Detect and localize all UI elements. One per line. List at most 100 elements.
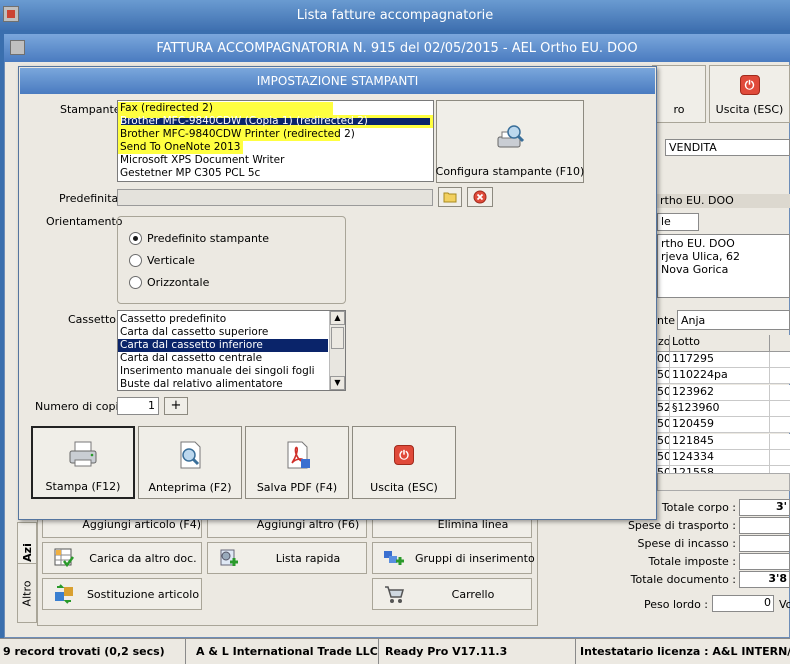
printer-list-item[interactable]: Fax (redirected 2) [118, 102, 333, 115]
spese-trasporto-field[interactable] [739, 517, 790, 534]
agent-field[interactable]: Anja [677, 310, 790, 330]
preview-button[interactable]: Anteprima (F2) [138, 426, 242, 499]
table-row[interactable]: 50 120459 [657, 417, 790, 434]
table-cell: 50 [657, 433, 669, 447]
totale-corpo-value: 3' [739, 499, 790, 516]
open-folder-button[interactable] [438, 187, 462, 207]
pdf-icon [281, 439, 313, 471]
printer-config-icon [494, 123, 526, 155]
address-line: Nova Gorica [661, 263, 729, 276]
tray-list-item[interactable]: Carta dal cassetto centrale [118, 352, 328, 365]
tray-list-scrollbar[interactable]: ▲ ▼ [329, 311, 345, 390]
table-row[interactable]: 00 117295 [657, 352, 790, 368]
configure-printer-label: Configura stampante (F10) [435, 165, 585, 178]
printer-list-item[interactable]: Brother MFC-9840CDW Printer (redirected … [118, 128, 355, 141]
dialog-title: IMPOSTAZIONE STAMPANTI [256, 74, 419, 88]
peso-suffix: Vo [779, 598, 790, 611]
tray-list-item[interactable]: Carta dal cassetto inferiore [118, 339, 328, 352]
table-cell: 00 [657, 352, 669, 365]
printer-list[interactable]: Fax (redirected 2) Brother MFC-9840CDW (C… [117, 100, 434, 182]
printer-list-item[interactable]: Gestetner MP C305 PCL 5c [118, 167, 433, 180]
orientation-label: Orientamento [46, 215, 123, 228]
delete-icon [473, 190, 487, 204]
totale-documento-label: Totale documento : [630, 573, 736, 586]
invoice-exit-label: Uscita (ESC) [715, 103, 784, 116]
orientation-radio[interactable]: Orizzontale [129, 276, 209, 289]
gruppi-inserimento-button[interactable]: Gruppi di inserimento [372, 542, 535, 574]
app-icon[interactable] [3, 6, 19, 22]
tray-list[interactable]: Cassetto predefinito Carta dal cassetto s… [117, 310, 346, 391]
tray-list-item[interactable]: Inserimento manuale dei singoli fogli [118, 365, 328, 378]
toolbar-partial-label: ro [673, 103, 685, 116]
tray-label: Cassetto [68, 313, 117, 326]
grid-horizontal-scrollbar[interactable] [657, 473, 790, 491]
printer-label: Stampante [60, 103, 121, 116]
customer-code-field[interactable]: le [657, 213, 699, 231]
peso-lordo-field[interactable]: 0 [712, 595, 774, 612]
customer-header: rtho EU. DOO [657, 194, 790, 208]
copies-plus-button[interactable]: + [164, 397, 188, 415]
radio-circle[interactable] [129, 254, 142, 267]
table-cell-lotto: §123960 [669, 400, 769, 416]
tab-altro[interactable]: Altro [17, 563, 37, 623]
radio-circle[interactable] [129, 232, 142, 245]
quick-list-icon [218, 547, 240, 569]
status-version: Ready Pro V17.11.3 [379, 639, 576, 664]
radio-circle[interactable] [129, 276, 142, 289]
invoice-window-icon[interactable] [10, 40, 25, 55]
dialog-exit-button[interactable]: ⏻ Uscita (ESC) [352, 426, 456, 499]
clear-default-button[interactable] [467, 187, 493, 207]
invoice-title: FATTURA ACCOMPAGNATORIA N. 915 del 02/05… [156, 40, 638, 56]
orientation-radio[interactable]: Verticale [129, 254, 195, 267]
save-pdf-label: Salva PDF (F4) [256, 481, 338, 494]
table-row[interactable]: 50 110224pa [657, 368, 790, 385]
tab-altro-label: Altro [20, 580, 34, 606]
table-cell-lotto: 120459 [669, 417, 769, 433]
dialog-title-bar: IMPOSTAZIONE STAMPANTI [20, 68, 655, 94]
carrello-button[interactable]: Carrello [372, 578, 532, 610]
tray-list-item[interactable]: Carta dal cassetto superiore [118, 326, 328, 339]
print-button[interactable]: Stampa (F12) [31, 426, 135, 499]
lista-rapida-button[interactable]: Lista rapida [207, 542, 367, 574]
folder-icon [443, 192, 457, 203]
spese-incasso-field[interactable] [739, 535, 790, 552]
grid-header-col1[interactable]: zo [657, 335, 671, 351]
scroll-down-icon[interactable]: ▼ [330, 376, 345, 390]
totale-imposte-label: Totale imposte : [648, 555, 736, 568]
copies-input[interactable]: 1 [117, 397, 159, 415]
orientation-radio-label: Verticale [147, 254, 195, 267]
printer-list-item[interactable]: Microsoft XPS Document Writer [118, 154, 433, 167]
table-row[interactable]: 50 121845 [657, 433, 790, 450]
exit-icon: ⏻ [388, 439, 420, 471]
configure-printer-button[interactable]: Configura stampante (F10) [436, 100, 584, 183]
default-printer-field[interactable] [117, 189, 433, 206]
table-row[interactable]: 50 124334 [657, 449, 790, 466]
spese-incasso-label: Spese di incasso : [637, 537, 736, 550]
table-row[interactable]: 50 123962 [657, 384, 790, 401]
print-label: Stampa (F12) [45, 480, 121, 493]
toolbar-partial-button[interactable]: ro [652, 65, 706, 123]
customer-address-box: rtho EU. DOO rjeva Ulica, 62 Nova Gorica [657, 234, 790, 298]
default-printer-label: Predefinita [59, 192, 119, 205]
peso-lordo-label: Peso lordo : [644, 598, 708, 611]
address-line: rtho EU. DOO [661, 237, 735, 250]
grid-header-lotto[interactable]: Lotto [669, 335, 769, 351]
save-pdf-button[interactable]: Salva PDF (F4) [245, 426, 349, 499]
tray-list-item[interactable]: Cassetto predefinito [118, 313, 328, 326]
document-type-field[interactable]: VENDITA [665, 139, 790, 156]
invoice-exit-button[interactable]: ⏻ Uscita (ESC) [709, 65, 790, 123]
orientation-radio[interactable]: Predefinito stampante [129, 232, 269, 245]
sostituzione-articolo-button[interactable]: Sostituzione articolo [42, 578, 202, 610]
printer-list-item[interactable]: Send To OneNote 2013 [118, 141, 243, 154]
printer-icon [67, 438, 99, 470]
scroll-thumb[interactable] [331, 327, 344, 349]
orientation-radio-label: Predefinito stampante [147, 232, 270, 245]
carica-altro-doc-button[interactable]: Carica da altro doc. [42, 542, 202, 574]
totale-imposte-value [739, 553, 790, 570]
tray-list-item[interactable]: Buste dal relativo alimentatore [118, 378, 328, 390]
table-row[interactable]: 52 §123960 [657, 400, 790, 417]
scroll-up-icon[interactable]: ▲ [330, 311, 345, 325]
printer-list-item[interactable]: Brother MFC-9840CDW (Copia 1) (redirecte… [118, 115, 433, 128]
table-cell: 50 [657, 449, 669, 463]
orientation-radio-label: Orizzontale [147, 276, 210, 289]
